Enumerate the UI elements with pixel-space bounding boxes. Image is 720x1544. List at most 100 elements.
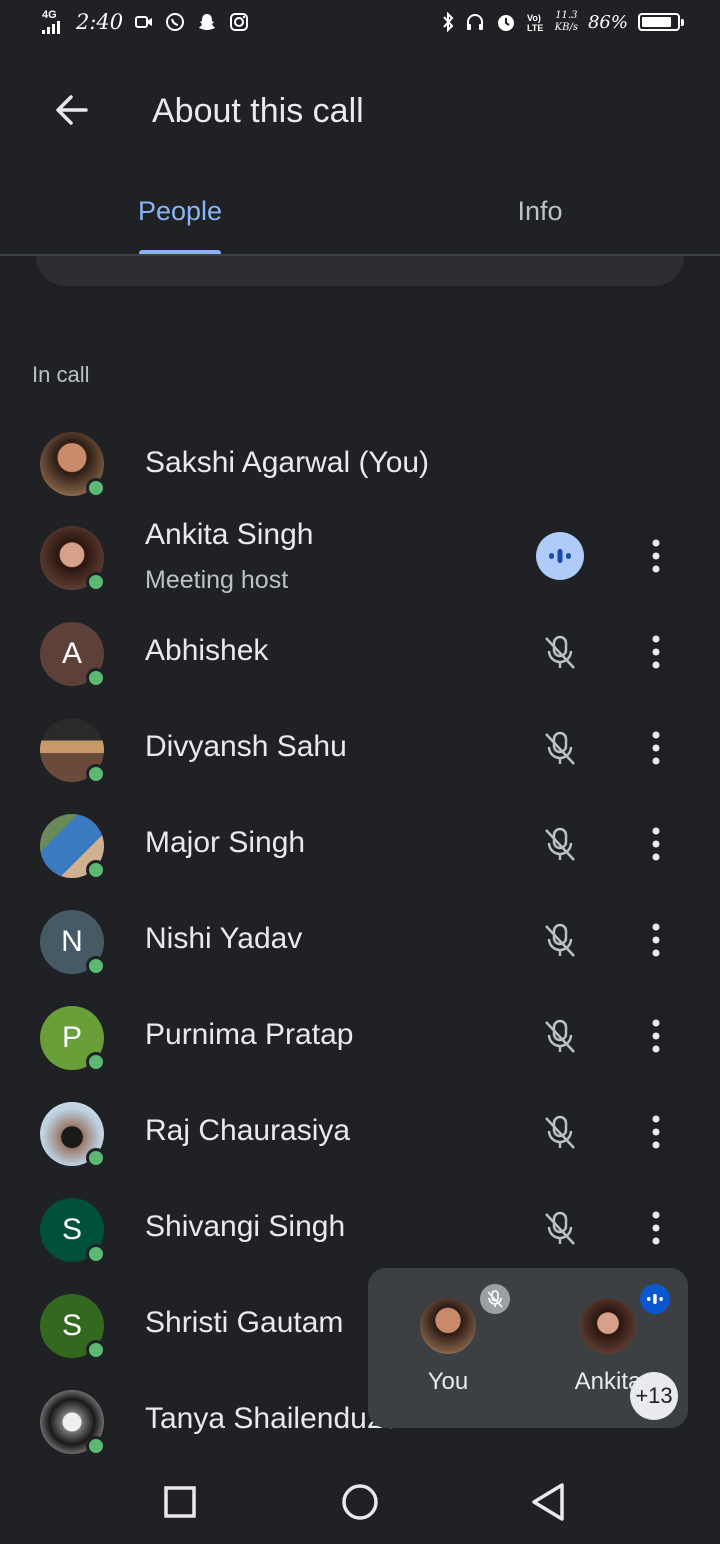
avatar xyxy=(40,1102,106,1168)
audio-level-icon xyxy=(549,549,571,563)
home-button[interactable] xyxy=(332,1478,388,1526)
participant-role: Meeting host xyxy=(145,566,289,594)
battery-icon xyxy=(638,13,684,31)
participant-row[interactable]: Sakshi Agarwal (You) xyxy=(0,418,720,514)
more-vert-icon xyxy=(652,1115,660,1149)
system-nav-bar xyxy=(0,1460,720,1544)
participant-row[interactable]: Divyansh Sahu xyxy=(0,706,720,802)
more-options-button[interactable] xyxy=(632,1200,680,1256)
more-vert-icon xyxy=(652,827,660,861)
online-indicator xyxy=(86,956,106,976)
avatar xyxy=(40,814,106,880)
tab-bar: People Info xyxy=(0,168,720,256)
mic-muted-icon xyxy=(480,1284,510,1314)
online-indicator xyxy=(86,1244,106,1264)
more-options-button[interactable] xyxy=(632,528,680,584)
more-vert-icon xyxy=(652,635,660,669)
participant-name: Ankita Singh xyxy=(145,518,314,551)
more-options-button[interactable] xyxy=(632,1008,680,1064)
participant-row[interactable]: Major Singh xyxy=(0,802,720,898)
headphones-icon xyxy=(466,14,483,30)
mic-muted-icon xyxy=(532,1104,588,1160)
online-indicator xyxy=(86,1148,106,1168)
online-indicator xyxy=(86,860,106,880)
participant-name: Shristi Gautam xyxy=(145,1306,344,1339)
more-options-button[interactable] xyxy=(632,912,680,968)
tab-info[interactable]: Info xyxy=(360,168,720,254)
network-speed: 11.3 KB/s xyxy=(554,10,578,33)
alarm-icon xyxy=(497,15,514,31)
more-options-button[interactable] xyxy=(632,816,680,872)
participant-name: Nishi Yadav xyxy=(145,922,303,955)
square-icon xyxy=(164,1486,196,1518)
avatar: S xyxy=(40,1294,106,1360)
participant-name: Sakshi Agarwal (You) xyxy=(145,446,430,479)
more-participants-count: +13 xyxy=(630,1372,678,1420)
app-bar: About this call xyxy=(0,56,720,168)
participant-name: Raj Chaurasiya xyxy=(145,1114,351,1147)
participant-name: Major Singh xyxy=(145,826,306,859)
online-indicator xyxy=(86,478,106,498)
floating-call-preview[interactable]: You Ankita +13 xyxy=(368,1268,688,1428)
search-box-edge[interactable] xyxy=(36,256,684,286)
participant-row[interactable]: N Nishi Yadav xyxy=(0,898,720,994)
more-vert-icon xyxy=(652,923,660,957)
participant-row[interactable]: A Abhishek xyxy=(0,610,720,706)
avatar xyxy=(420,1298,476,1354)
avatar xyxy=(40,526,106,592)
participant-name: Shivangi Singh xyxy=(145,1210,346,1243)
video-icon xyxy=(135,16,153,28)
mic-muted-icon xyxy=(532,1200,588,1256)
bluetooth-icon xyxy=(442,12,454,32)
avatar: A xyxy=(40,622,106,688)
participant-name: Abhishek xyxy=(145,634,269,667)
mic-muted-icon xyxy=(532,912,588,968)
online-indicator xyxy=(86,1436,106,1456)
participant-row[interactable]: Raj Chaurasiya xyxy=(0,1090,720,1186)
floating-tile-you: You xyxy=(398,1298,498,1396)
avatar xyxy=(40,718,106,784)
more-options-button[interactable] xyxy=(632,624,680,680)
status-bar: 4G 2:40 Vo) LTE 11.3 KB/s 86% xyxy=(0,0,720,56)
avatar: S xyxy=(40,1198,106,1264)
volte-icon: Vo)LTE xyxy=(527,13,543,33)
tile-label: You xyxy=(427,1368,469,1395)
whatsapp-icon xyxy=(166,13,185,31)
more-vert-icon xyxy=(652,539,660,573)
tab-people[interactable]: People xyxy=(0,168,360,254)
back-arrow-icon xyxy=(56,95,88,125)
more-vert-icon xyxy=(652,1019,660,1053)
mic-muted-icon xyxy=(532,720,588,776)
online-indicator xyxy=(86,1052,106,1072)
back-nav-button[interactable] xyxy=(520,1478,576,1526)
speaking-indicator xyxy=(536,532,584,580)
instagram-icon xyxy=(230,13,249,31)
participant-name: Tanya Shailendu29 xyxy=(145,1402,401,1435)
network-indicator: 4G xyxy=(42,10,64,34)
online-indicator xyxy=(86,764,106,784)
participant-row[interactable]: Ankita Singh Meeting host xyxy=(0,514,720,610)
speaking-indicator xyxy=(640,1284,670,1314)
online-indicator xyxy=(86,1340,106,1360)
more-options-button[interactable] xyxy=(632,1104,680,1160)
circle-icon xyxy=(342,1484,378,1520)
participant-row[interactable]: P Purnima Pratap xyxy=(0,994,720,1090)
svg-text:LTE: LTE xyxy=(527,23,543,33)
snapchat-icon xyxy=(199,14,216,30)
avatar xyxy=(40,432,106,498)
more-vert-icon xyxy=(652,1211,660,1245)
back-button[interactable] xyxy=(40,78,104,142)
battery-percent: 86% xyxy=(587,11,628,33)
avatar xyxy=(40,1390,106,1456)
recents-button[interactable] xyxy=(152,1478,208,1526)
triangle-back-icon xyxy=(532,1483,564,1521)
more-options-button[interactable] xyxy=(632,720,680,776)
participant-name: Purnima Pratap xyxy=(145,1018,354,1051)
mic-muted-icon xyxy=(532,1008,588,1064)
signal-icon xyxy=(42,21,60,34)
avatar: P xyxy=(40,1006,106,1072)
svg-text:Vo): Vo) xyxy=(527,13,541,23)
clock: 2:40 xyxy=(76,10,124,34)
more-vert-icon xyxy=(652,731,660,765)
online-indicator xyxy=(86,668,106,688)
